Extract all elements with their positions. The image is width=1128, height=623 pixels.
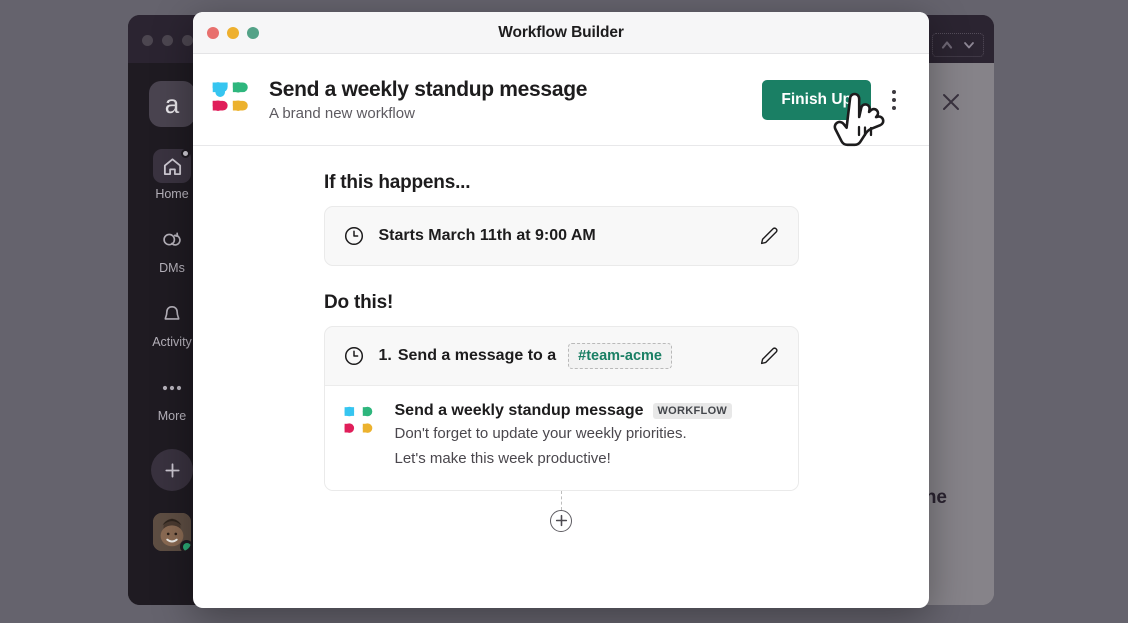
trigger-label: Starts March 11th at 9:00 AM [378, 227, 596, 244]
sidebar-item-more[interactable]: More [153, 371, 191, 423]
more-icon-box [153, 371, 191, 405]
window-traffic-lights[interactable] [207, 27, 259, 39]
home-badge-dot [181, 149, 190, 158]
new-item-button[interactable] [151, 449, 193, 491]
clock-icon [344, 346, 363, 366]
slack-workflow-logo-icon [212, 81, 248, 111]
header-actions: Finish Up [762, 79, 907, 120]
slack-workflow-logo-icon [344, 406, 372, 433]
close-icon[interactable] [938, 89, 964, 115]
slack-close-dot[interactable] [142, 35, 153, 46]
slack-minimize-dot[interactable] [162, 35, 173, 46]
workflow-builder-modal: Workflow Builder Send a weekly standup m… [193, 12, 929, 608]
ellipsis-icon [162, 385, 182, 391]
clock-icon [344, 226, 363, 246]
preview-sender-name: Send a weekly standup message [394, 402, 644, 419]
step-label: Send a message to a [397, 347, 557, 364]
sidebar-item-activity[interactable]: Activity [152, 297, 192, 349]
channel-chip[interactable]: #team-acme [568, 343, 672, 369]
preview-header: Send a weekly standup message WORKFLOW [395, 402, 733, 420]
window-minimize-button[interactable] [227, 27, 239, 39]
trigger-section-heading: If this happens... [324, 172, 471, 193]
pencil-icon[interactable] [758, 225, 780, 247]
status-badge: WORKFLOW [652, 403, 733, 419]
workflow-body: If this happens... Starts March 11th at … [193, 146, 929, 608]
add-step-button[interactable] [550, 509, 572, 532]
presence-indicator [180, 540, 191, 551]
dms-icon-box [153, 223, 191, 257]
preview-line-1: Don't forget to update your weekly prior… [394, 425, 687, 442]
sidebar-item-label-dms: DMs [159, 261, 185, 275]
dms-icon [163, 232, 181, 246]
preview-line-2: Let's make this week productive! [394, 449, 611, 467]
page-title: Send a weekly standup message [269, 77, 588, 101]
sidebar-item-label-home: Home [155, 187, 189, 201]
sidebar-item-label-more: More [157, 409, 187, 423]
step-connector [560, 490, 562, 510]
window-zoom-button[interactable] [247, 27, 259, 39]
sidebar-item-dms[interactable]: DMs [153, 223, 191, 275]
screen: a Home DMs Activity More ne Workflow Bui… [0, 0, 1128, 623]
step-number: 1. [378, 347, 392, 364]
kebab-menu-icon[interactable] [881, 85, 907, 115]
pencil-icon[interactable] [758, 345, 780, 367]
step-card[interactable]: 1. Send a message to a #team-acme Send a… [323, 326, 799, 491]
workflow-titles: Send a weekly standup message A brand ne… [269, 77, 762, 122]
modal-titlebar: Workflow Builder [193, 12, 929, 54]
trigger-row[interactable]: Starts March 11th at 9:00 AM [325, 207, 798, 265]
sidebar-item-label-activity: Activity [152, 335, 192, 349]
message-preview: Send a weekly standup message WORKFLOW D… [324, 385, 798, 490]
sidebar-item-home[interactable]: Home [153, 149, 191, 201]
workflow-header: Send a weekly standup message A brand ne… [193, 54, 929, 147]
avatar[interactable] [153, 513, 191, 551]
plus-circle-icon [555, 514, 567, 527]
preview-content: Send a weekly standup message WORKFLOW D… [395, 402, 733, 470]
slack-zoom-dot[interactable] [182, 35, 193, 46]
finish-up-button[interactable]: Finish Up [762, 79, 871, 120]
bell-icon [164, 305, 180, 320]
slack-traffic-lights[interactable] [142, 35, 193, 46]
trigger-card[interactable]: Starts March 11th at 9:00 AM [323, 206, 799, 266]
steps-section-heading: Do this! [324, 292, 394, 313]
workspace-avatar[interactable]: a [149, 81, 195, 127]
window-close-button[interactable] [207, 27, 219, 39]
step-label-group: 1. Send a message to a #team-acme [379, 343, 744, 369]
home-icon-box [153, 149, 191, 183]
plus-icon [164, 462, 180, 478]
step-row[interactable]: 1. Send a message to a #team-acme [325, 327, 798, 385]
activity-icon-box [153, 297, 191, 331]
window-title: Workflow Builder [498, 23, 624, 41]
slack-history-controls[interactable] [932, 33, 984, 57]
caret-up-icon[interactable] [939, 37, 955, 53]
home-icon [163, 157, 181, 175]
workflow-subtitle: A brand new workflow [269, 105, 415, 123]
chevron-down-icon[interactable] [961, 37, 977, 53]
